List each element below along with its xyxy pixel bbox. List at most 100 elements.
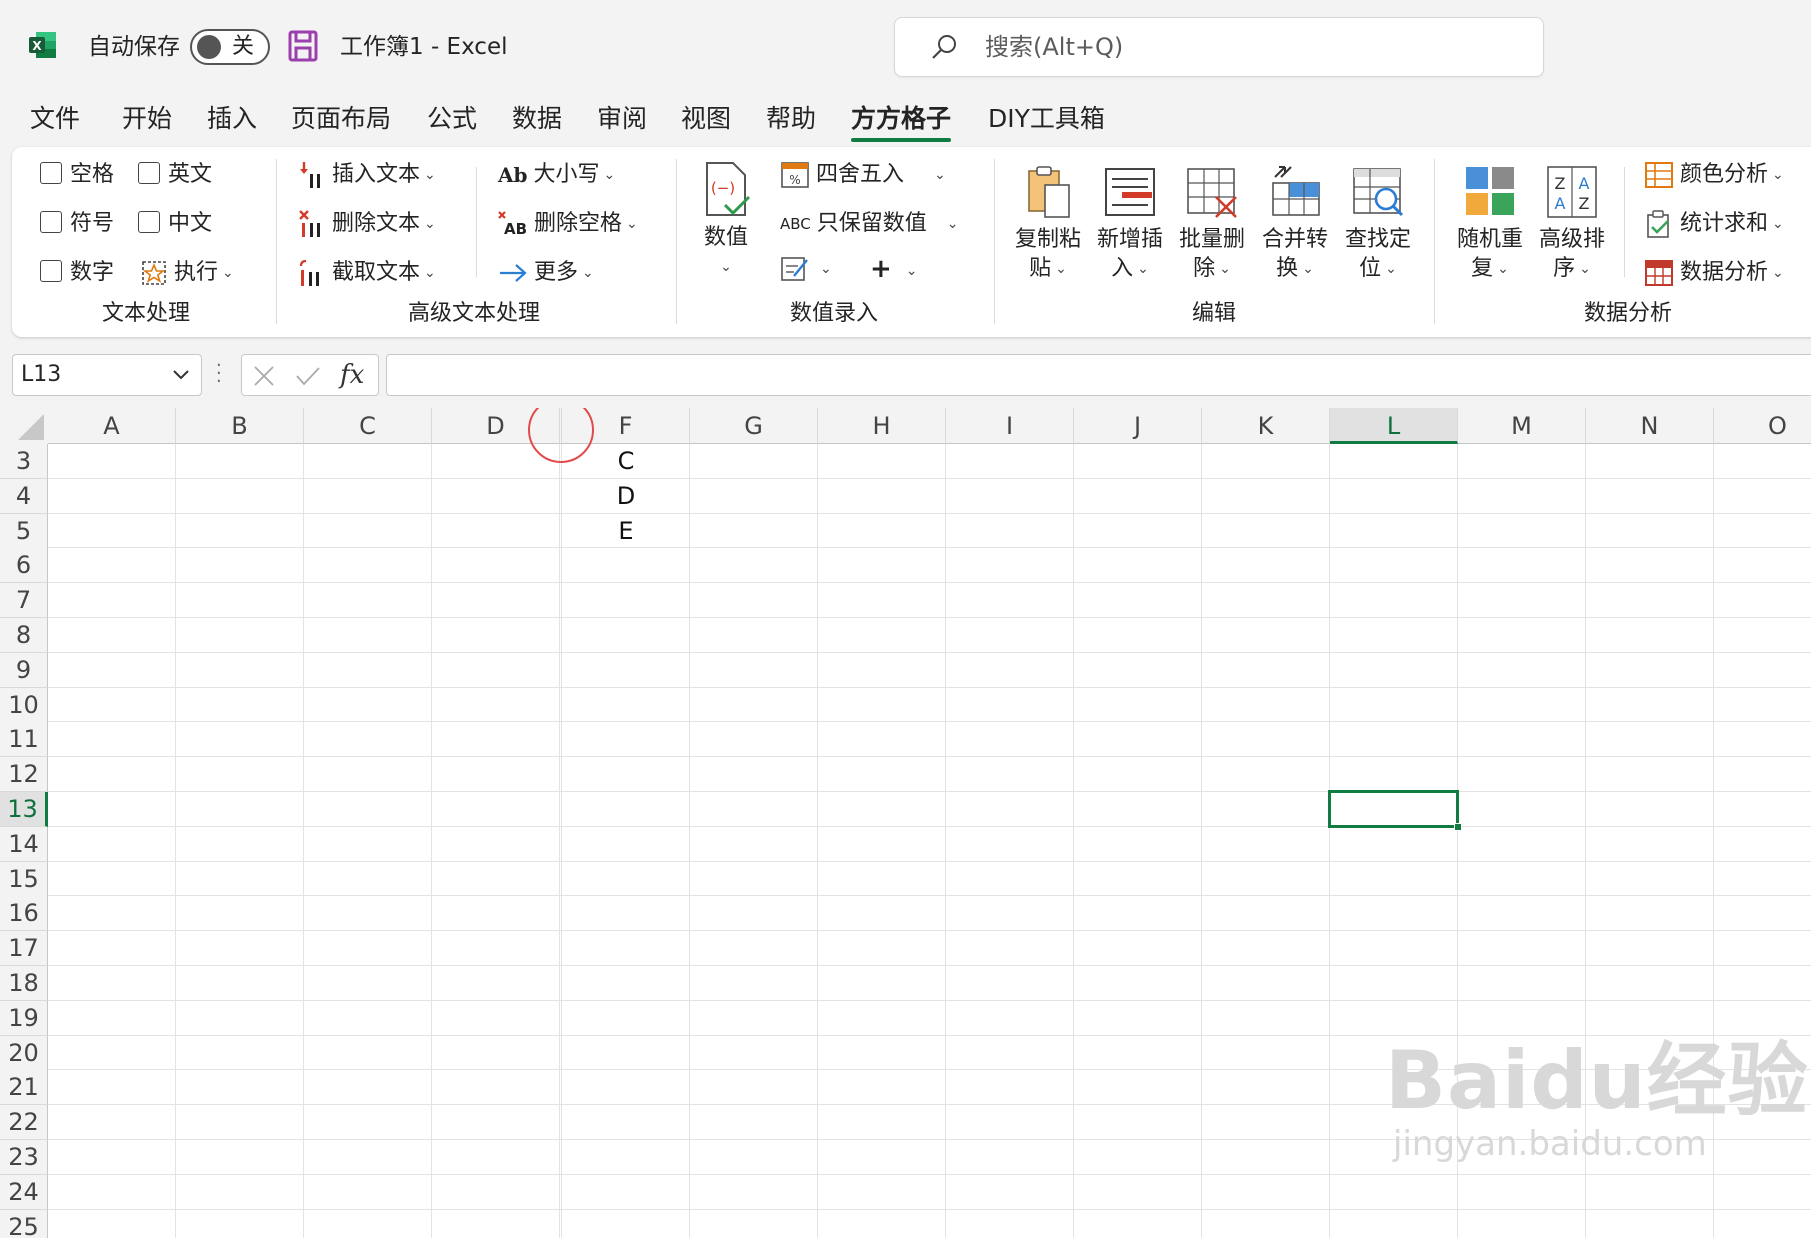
column-header[interactable]: M — [1458, 408, 1586, 444]
row-header[interactable]: 21 — [0, 1070, 48, 1106]
row-header[interactable]: 5 — [0, 513, 48, 549]
chevron-down-icon: ⌄ — [946, 216, 959, 232]
fill-handle[interactable] — [1454, 822, 1462, 831]
row-header[interactable]: 19 — [0, 1000, 48, 1036]
delete-text-button[interactable]: 删除文本 ⌄ — [298, 208, 436, 240]
extract-text-button[interactable]: 截取文本 ⌄ — [298, 257, 436, 289]
numeric-button[interactable]: (−) 数值 ⌄ — [694, 159, 758, 282]
case-button[interactable]: Ab 大小写 ⌄ — [498, 159, 615, 191]
cell-f4[interactable]: D — [562, 479, 690, 514]
merge-convert-button[interactable]: 合并转 换 ⌄ — [1257, 163, 1333, 284]
svg-text:A: A — [1579, 174, 1590, 193]
column-header[interactable]: A — [48, 408, 176, 444]
row-header[interactable]: 20 — [0, 1035, 48, 1071]
plus-button[interactable]: + ⌄ — [870, 253, 918, 287]
excel-logo-icon[interactable]: X — [28, 30, 58, 60]
random-repeat-button[interactable]: 随机重 复 ⌄ — [1452, 163, 1528, 284]
row-header[interactable]: 4 — [0, 478, 48, 514]
autosave-toggle[interactable]: 关 — [190, 29, 270, 65]
row-header[interactable]: 14 — [0, 826, 48, 862]
cell-f5[interactable]: E — [562, 514, 690, 549]
column-header[interactable]: L — [1330, 408, 1458, 444]
row-header[interactable]: 22 — [0, 1105, 48, 1141]
column-header[interactable]: I — [946, 408, 1074, 444]
tab-file[interactable]: 文件 — [30, 102, 80, 136]
cancel-icon[interactable] — [252, 364, 276, 388]
enter-icon[interactable] — [294, 364, 322, 388]
search-box[interactable]: 搜索(Alt+Q) — [894, 17, 1544, 77]
stat-sum-button[interactable]: 统计求和 ⌄ — [1644, 208, 1784, 240]
tab-home[interactable]: 开始 — [122, 102, 172, 136]
row-header[interactable]: 7 — [0, 583, 48, 619]
row-header[interactable]: 9 — [0, 652, 48, 688]
row-header[interactable]: 8 — [0, 618, 48, 653]
checkbox-english[interactable]: 英文 — [138, 159, 212, 191]
select-all-corner[interactable] — [0, 408, 48, 444]
round-button[interactable]: % 四舍五入 ⌄ — [780, 159, 946, 191]
row-header[interactable]: 15 — [0, 861, 48, 897]
worksheet-grid[interactable]: ABCDFGHIJKLMNO 3 4 5 6 7 8 9 10 11 12 13 14 15 16 17 18… — [0, 408, 1811, 1238]
column-header[interactable]: N — [1586, 408, 1714, 444]
keep-numeric-button[interactable]: ABC 只保留数值 ⌄ — [780, 208, 959, 240]
tab-view[interactable]: 视图 — [681, 102, 731, 136]
color-analysis-button[interactable]: 颜色分析 ⌄ — [1644, 159, 1784, 191]
column-header[interactable]: C — [304, 408, 432, 444]
column-header[interactable]: H — [818, 408, 946, 444]
formula-input[interactable] — [386, 354, 1811, 396]
tab-insert[interactable]: 插入 — [207, 102, 257, 136]
row-header[interactable]: 17 — [0, 931, 48, 967]
column-header[interactable]: K — [1202, 408, 1330, 444]
column-header[interactable]: J — [1074, 408, 1202, 444]
insert-text-button[interactable]: 插入文本 ⌄ — [298, 159, 436, 191]
checkbox-box — [40, 211, 62, 233]
row-header[interactable]: 11 — [0, 722, 48, 758]
tab-fangfanggezi[interactable]: 方方格子 — [851, 102, 952, 142]
edit-form-button[interactable]: ⌄ — [780, 253, 832, 285]
name-box[interactable]: L13 — [12, 354, 202, 396]
batch-delete-button[interactable]: 批量删 除 ⌄ — [1174, 163, 1250, 284]
group-separator — [276, 159, 277, 324]
tab-page-layout[interactable]: 页面布局 — [291, 102, 391, 136]
row-header[interactable]: 6 — [0, 548, 48, 584]
checkbox-chinese[interactable]: 中文 — [138, 208, 212, 240]
row-header[interactable]: 18 — [0, 966, 48, 1001]
column-header[interactable]: G — [690, 408, 818, 444]
checkbox-number[interactable]: 数字 — [40, 257, 114, 289]
row-header[interactable]: 13 — [0, 792, 48, 827]
row-header[interactable]: 12 — [0, 757, 48, 793]
tab-review[interactable]: 审阅 — [597, 102, 647, 136]
more-vertical-icon[interactable]: · · · — [216, 357, 222, 391]
chevron-down-icon[interactable] — [171, 361, 191, 387]
more-button[interactable]: 更多 ⌄ — [498, 257, 594, 289]
advanced-sort-button[interactable]: Z A A Z 高级排 序 ⌄ — [1534, 163, 1610, 284]
column-header[interactable]: O — [1714, 408, 1811, 444]
selected-cell[interactable] — [1328, 790, 1462, 831]
row-header[interactable]: 10 — [0, 687, 48, 723]
checkbox-symbol[interactable]: 符号 — [40, 208, 114, 240]
execute-button[interactable]: 执行 ⌄ — [140, 257, 234, 289]
row-header[interactable]: 23 — [0, 1140, 48, 1175]
data-analysis-button[interactable]: 数据分析 ⌄ — [1644, 257, 1784, 289]
row-header[interactable]: 3 — [0, 444, 48, 479]
row-header[interactable]: 16 — [0, 896, 48, 932]
tab-help[interactable]: 帮助 — [766, 102, 816, 136]
tab-data[interactable]: 数据 — [512, 102, 562, 136]
checkbox-space[interactable]: 空格 — [40, 159, 114, 191]
copy-paste-button[interactable]: 复制粘 贴 ⌄ — [1010, 163, 1086, 284]
tab-diy-toolbox[interactable]: DIY工具箱 — [988, 102, 1105, 136]
checkbox-box — [138, 211, 160, 233]
insert-function-icon[interactable]: fx — [340, 357, 364, 393]
watermark: Baidu经验 jingyan.baidu.com — [1385, 1038, 1809, 1165]
row-header[interactable]: 25 — [0, 1209, 48, 1238]
save-icon[interactable] — [288, 30, 318, 62]
delete-space-button[interactable]: AB 删除空格 ⌄ — [498, 208, 638, 240]
group-label-text: 文本处理 — [102, 301, 191, 326]
clipboard-icon — [1028, 166, 1070, 218]
column-header[interactable]: B — [176, 408, 304, 444]
row-header[interactable]: 24 — [0, 1174, 48, 1210]
find-locate-button[interactable]: 查找定 位 ⌄ — [1340, 163, 1416, 284]
tab-formulas[interactable]: 公式 — [427, 102, 477, 136]
insert-new-button[interactable]: 新增插 入 ⌄ — [1092, 163, 1168, 284]
checkbox-box — [138, 162, 160, 184]
ribbon: 空格 英文 符号 中文 数字 执行 ⌄ 文本处理 插入文本 ⌄ 删除文本 ⌄ 截取文本… — [12, 147, 1811, 337]
